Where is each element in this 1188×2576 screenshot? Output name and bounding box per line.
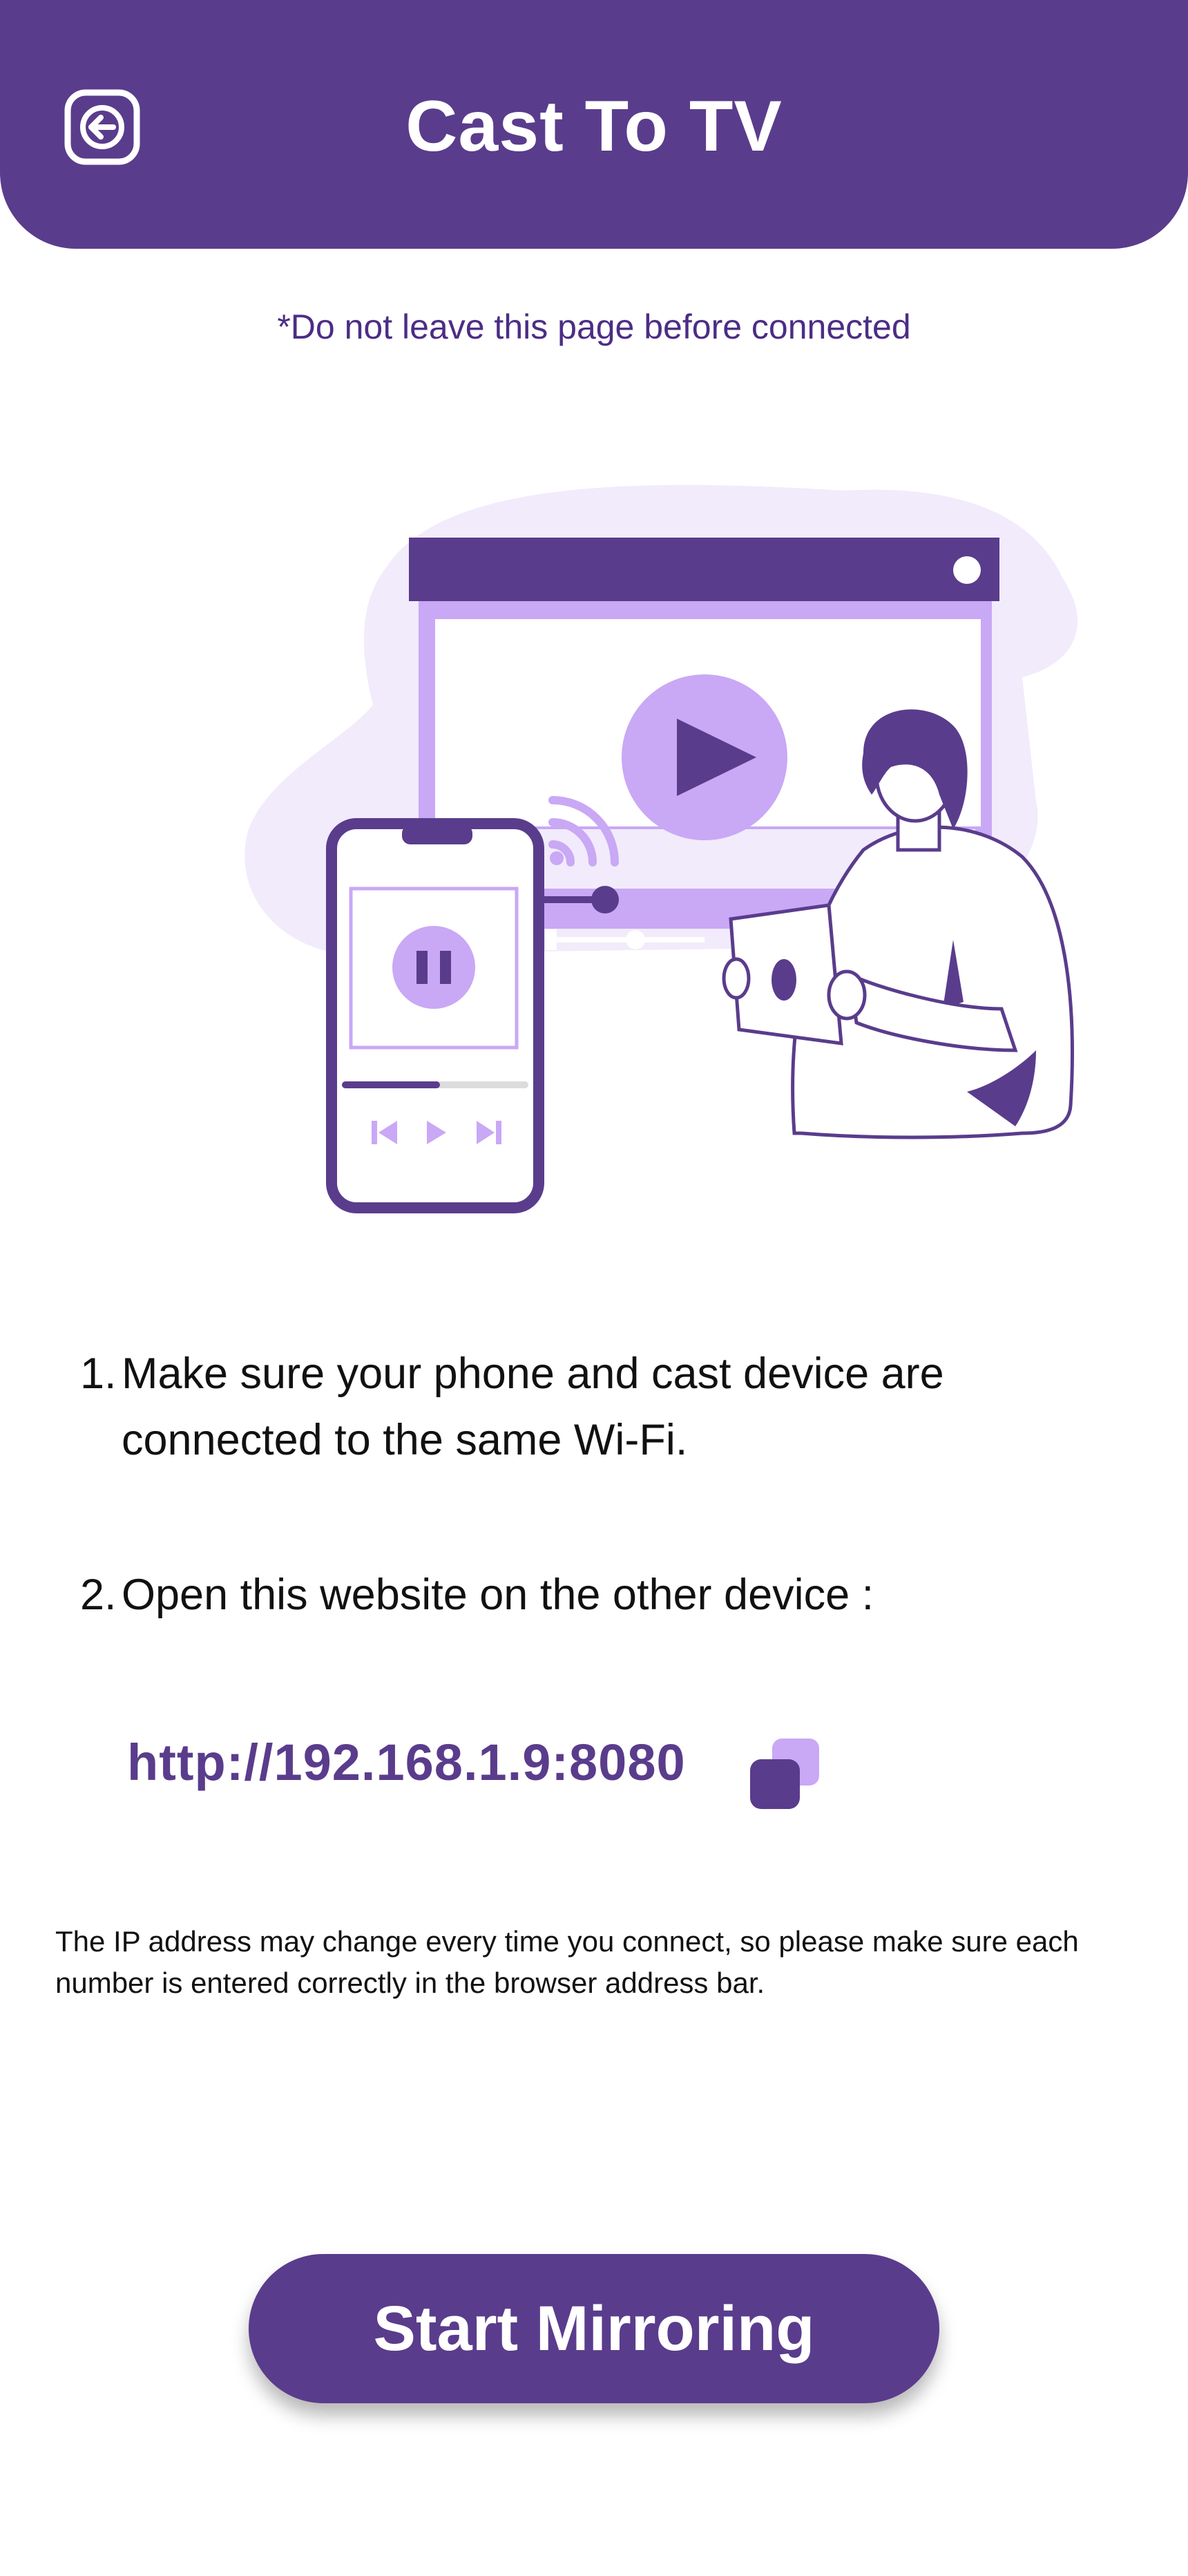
copy-icon [750, 1739, 819, 1809]
page-title: Cast To TV [405, 86, 783, 167]
step-text-line-2: connected to the same Wi-Fi. [122, 1416, 688, 1464]
mirror-url: http://192.168.1.9:8080 [127, 1734, 686, 1791]
ip-address-note: The IP address may change every time you… [55, 1925, 1079, 1999]
step-text-line-1: Open this website on the other device : [122, 1571, 874, 1619]
instruction-step-1: 1. Make sure your phone and cast device a… [80, 1341, 1130, 1473]
header-bar: Cast To TV [0, 0, 1188, 249]
step-number: 1. [80, 1349, 117, 1398]
start-mirroring-button[interactable]: Start Mirroring [249, 2254, 939, 2403]
warning-text: *Do not leave this page before connected [277, 307, 911, 346]
copy-url-button[interactable] [746, 1736, 822, 1812]
instruction-step-2: 2. Open this website on the other device … [80, 1562, 1130, 1628]
cast-illustration [0, 442, 1188, 1216]
step-number: 2. [80, 1571, 117, 1619]
step-text-line-1: Make sure your phone and cast device are [122, 1349, 944, 1398]
